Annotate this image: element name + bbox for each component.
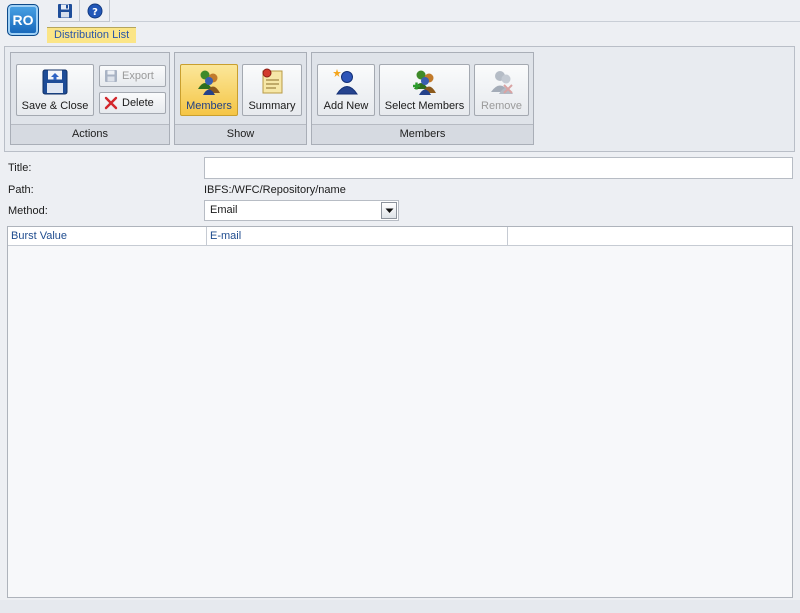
add-new-label: Add New: [323, 100, 369, 112]
members-view-button[interactable]: Members: [180, 64, 238, 116]
summary-button[interactable]: Summary: [242, 64, 302, 116]
method-label: Method:: [8, 205, 48, 217]
column-header-email[interactable]: E-mail: [207, 227, 508, 246]
select-members-button[interactable]: Select Members: [379, 64, 470, 116]
quick-access-toolbar: ?: [50, 0, 110, 22]
ribbon: Save & Close Export Delete Actions Membe…: [4, 46, 795, 152]
members-group-label: Members: [312, 124, 533, 144]
save-icon[interactable]: [50, 0, 80, 22]
method-select-value: Email: [210, 204, 238, 216]
members-icon: [198, 70, 220, 95]
members-group: Add New Select Members Remove Members: [311, 52, 534, 145]
members-grid[interactable]: Burst Value E-mail: [7, 226, 793, 598]
delete-icon: [104, 96, 118, 110]
actions-group-label: Actions: [11, 124, 169, 144]
svg-text:?: ?: [92, 7, 98, 18]
save-close-icon: [42, 69, 68, 95]
delete-label: Delete: [122, 97, 154, 109]
column-header-blank: [508, 227, 792, 246]
show-group: Members Summary Show: [174, 52, 307, 145]
show-group-label: Show: [175, 124, 306, 144]
remove-member-icon: [490, 71, 513, 94]
export-button[interactable]: Export: [99, 65, 166, 87]
column-header-burst-value[interactable]: Burst Value: [8, 227, 207, 246]
method-select[interactable]: Email: [204, 200, 399, 221]
select-members-icon: [412, 70, 436, 95]
delete-button[interactable]: Delete: [99, 92, 166, 114]
add-new-button[interactable]: Add New: [317, 64, 375, 116]
tab-distribution-list[interactable]: Distribution List: [47, 27, 137, 43]
remove-button[interactable]: Remove: [474, 64, 529, 116]
members-view-label: Members: [186, 100, 232, 112]
add-new-member-icon: [333, 69, 358, 95]
summary-icon: [262, 68, 283, 94]
status-strip: [0, 600, 800, 613]
select-members-label: Select Members: [384, 100, 465, 112]
title-separator: [112, 21, 800, 22]
app-logo[interactable]: RO: [7, 4, 39, 36]
help-icon[interactable]: ?: [80, 0, 110, 22]
remove-label: Remove: [481, 100, 522, 112]
export-label: Export: [122, 70, 154, 82]
actions-group: Save & Close Export Delete Actions: [10, 52, 170, 145]
save-close-label: Save & Close: [21, 100, 89, 112]
title-label: Title:: [8, 162, 32, 174]
summary-label: Summary: [248, 100, 296, 112]
chevron-down-icon[interactable]: [381, 202, 397, 219]
title-input[interactable]: [204, 157, 793, 179]
save-close-button[interactable]: Save & Close: [16, 64, 94, 116]
grid-header: Burst Value E-mail: [8, 227, 792, 246]
path-label: Path:: [8, 184, 34, 196]
path-value: IBFS:/WFC/Repository/name: [204, 184, 346, 196]
export-icon: [105, 70, 117, 82]
